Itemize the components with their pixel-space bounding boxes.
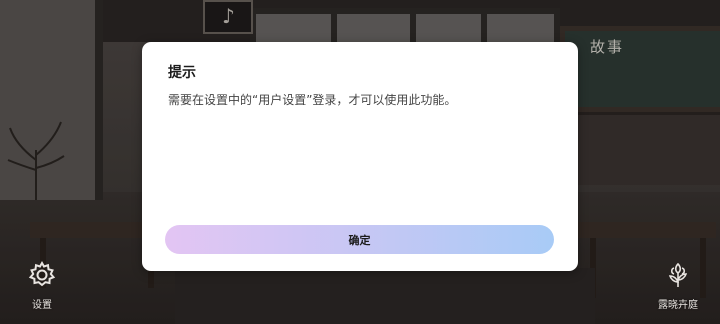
- game-screen: ♪ 故事 设置 露晓卉庭 提示 需要在设置中的“用户设置”登录，才可以使用此功能…: [0, 0, 720, 324]
- confirm-button[interactable]: 确定: [165, 225, 554, 254]
- dialog-title: 提示: [168, 65, 196, 81]
- login-required-dialog: 提示 需要在设置中的“用户设置”登录，才可以使用此功能。 确定: [142, 42, 578, 271]
- garden-button[interactable]: 露晓卉庭: [648, 260, 708, 311]
- settings-label: 设置: [32, 300, 52, 311]
- settings-button[interactable]: 设置: [12, 260, 72, 311]
- dialog-message: 需要在设置中的“用户设置”登录，才可以使用此功能。: [168, 93, 457, 107]
- flower-icon: [668, 262, 688, 287]
- garden-label: 露晓卉庭: [658, 300, 698, 311]
- gear-icon: [28, 260, 56, 287]
